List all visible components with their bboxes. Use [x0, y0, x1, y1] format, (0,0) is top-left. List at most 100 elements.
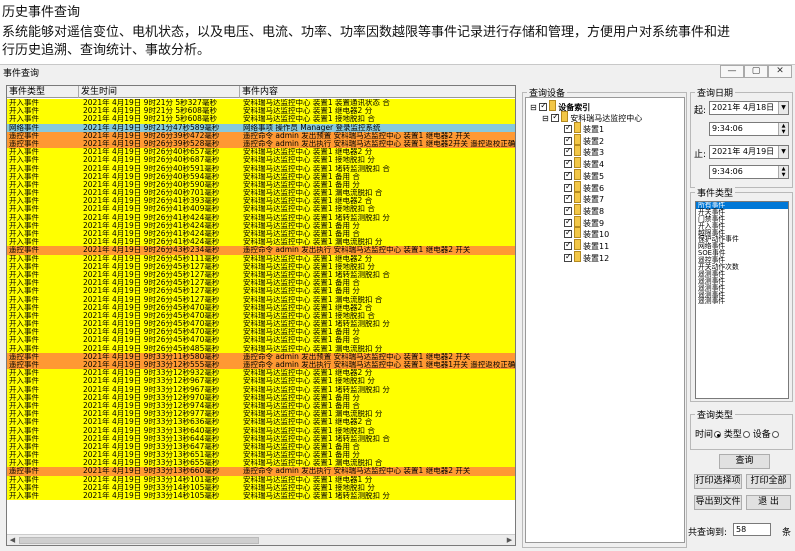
- tree-device[interactable]: 装置1: [564, 122, 604, 134]
- table-row[interactable]: 开入事件 2021年 4月19日 9时26分45秒470毫秒 安科瑞马达监控中心 装…: [7, 336, 515, 345]
- tree-device[interactable]: 装置10: [564, 227, 609, 239]
- checkbox[interactable]: [564, 123, 572, 133]
- table-row[interactable]: 开入事件 2021年 4月19日 9时33分12秒967毫秒 安科瑞马达监控中心 装…: [7, 377, 515, 386]
- radio-icon[interactable]: [771, 431, 779, 438]
- table-row[interactable]: 开入事件 2021年 4月19日 9时26分45秒470毫秒 安科瑞马达监控中心 装…: [7, 303, 515, 312]
- table-row[interactable]: 开入事件 2021年 4月19日 9时26分45秒485毫秒 安科瑞马达监控中心 装…: [7, 344, 515, 353]
- table-row[interactable]: 开入事件 2021年 4月19日 9时21分 5秒608毫秒 安科瑞马达监控中心 装…: [7, 107, 515, 116]
- table-row[interactable]: 开入事件 2021年 4月19日 9时26分45秒470毫秒 安科瑞马达监控中心 装…: [7, 328, 515, 337]
- table-row[interactable]: 开入事件 2021年 4月19日 9时33分14秒105毫秒 安科瑞马达监控中心 装…: [7, 492, 515, 501]
- checkbox[interactable]: [564, 146, 572, 157]
- end-date-picker[interactable]: 2021年 4月19日 ▼: [709, 145, 789, 159]
- table-row[interactable]: 开入事件 2021年 4月19日 9时26分45秒470毫秒 安科瑞马达监控中心 装…: [7, 320, 515, 329]
- tree-device[interactable]: 装置5: [564, 168, 604, 181]
- radio-device[interactable]: 设备: [753, 430, 779, 440]
- table-row[interactable]: 开入事件 2021年 4月19日 9时26分41秒424毫秒 安科瑞马达监控中心 装…: [7, 230, 515, 239]
- table-row[interactable]: 开入事件 2021年 4月19日 9时26分40秒657毫秒 安科瑞马达监控中心 装…: [7, 148, 515, 157]
- checkbox[interactable]: [564, 240, 572, 250]
- checkbox[interactable]: [564, 217, 572, 227]
- event-type-list[interactable]: 所有事件 开关事件 门禁事件 开入事件 越限事件 保护动作事件 网络事件 SOE事件 遥控事件开…: [695, 201, 789, 399]
- table-row[interactable]: 开入事件 2021年 4月19日 9时33分14秒101毫秒 安科瑞马达监控中心 装…: [7, 475, 515, 484]
- table-row[interactable]: 遥控事件 2021年 4月19日 9时33分13秒660毫秒 遥控命令 admin …: [7, 467, 515, 476]
- checkbox[interactable]: [539, 101, 548, 111]
- table-row[interactable]: 开入事件 2021年 4月19日 9时33分12秒967毫秒 安科瑞马达监控中心 装…: [7, 385, 515, 394]
- chevron-down-icon[interactable]: ▼: [778, 146, 788, 158]
- table-row[interactable]: 开入事件 2021年 4月19日 9时33分13秒640毫秒 安科瑞马达监控中心 装…: [7, 426, 515, 435]
- print-selected-button[interactable]: 打印选择项: [694, 474, 742, 489]
- scroll-right-icon[interactable]: ▶: [504, 535, 515, 545]
- maximize-button[interactable]: ▢: [744, 65, 768, 78]
- print-all-button[interactable]: 打印全部: [746, 474, 791, 489]
- table-row[interactable]: 开入事件 2021年 4月19日 9时26分45秒470毫秒 安科瑞马达监控中心 装…: [7, 311, 515, 321]
- table-row[interactable]: 开入事件 2021年 4月19日 9时26分40秒701毫秒 安科瑞马达监控中心 装…: [7, 189, 515, 198]
- query-button[interactable]: 查询: [719, 454, 770, 469]
- scrollbar-thumb[interactable]: [19, 537, 259, 544]
- horizontal-scrollbar[interactable]: ◀ ▶: [7, 534, 515, 545]
- table-row[interactable]: 开入事件 2021年 4月19日 9时26分41秒424毫秒 安科瑞马达监控中心 装…: [7, 213, 515, 222]
- table-row[interactable]: 开入事件 2021年 4月19日 9时26分45秒127毫秒 安科瑞马达监控中心 装…: [7, 279, 515, 288]
- table-row[interactable]: 遥控事件 2021年 4月19日 9时26分39秒472毫秒 遥控命令 admin …: [7, 131, 515, 140]
- table-row[interactable]: 遥控事件 2021年 4月19日 9时33分11秒580毫秒 遥控命令 admin …: [7, 352, 515, 361]
- start-date-picker[interactable]: 2021年 4月18日 ▼: [709, 101, 789, 115]
- table-row[interactable]: 开入事件 2021年 4月19日 9时33分12秒970毫秒 安科瑞马达监控中心 装…: [7, 393, 515, 402]
- table-row[interactable]: 开入事件 2021年 4月19日 9时26分41秒424毫秒 安科瑞马达监控中心 装…: [7, 238, 515, 247]
- table-row[interactable]: 开入事件 2021年 4月19日 9时26分45秒127毫秒 安科瑞马达监控中心 装…: [7, 287, 515, 296]
- radio-icon[interactable]: [714, 431, 722, 438]
- table-row[interactable]: 开入事件 2021年 4月19日 9时26分41秒393毫秒 安科瑞马达监控中心 装…: [7, 197, 515, 206]
- column-header-content[interactable]: 事件内容: [240, 86, 515, 98]
- table-row[interactable]: 开入事件 2021年 4月19日 9时21分 5秒608毫秒 安科瑞马达监控中心 装…: [7, 115, 515, 124]
- table-row[interactable]: 开入事件 2021年 4月19日 9时26分41秒409毫秒 安科瑞马达监控中心 装…: [7, 205, 515, 214]
- table-row[interactable]: 遥控事件 2021年 4月19日 9时33分12秒555毫秒 遥控命令 admin …: [7, 361, 515, 370]
- table-row[interactable]: 网络事件 2021年 4月19日 9时21分47秒589毫秒 网络事项 操作员 Ma…: [7, 123, 515, 132]
- table-row[interactable]: 开入事件 2021年 4月19日 9时21分 5秒327毫秒 安科瑞马达监控中心 装…: [7, 99, 515, 108]
- spinner-icon[interactable]: ▲ ▼: [778, 166, 788, 178]
- table-row[interactable]: 开入事件 2021年 4月19日 9时26分41秒424毫秒 安科瑞马达监控中心 装…: [7, 221, 515, 230]
- tree-device[interactable]: 装置4: [564, 157, 604, 169]
- column-header-type[interactable]: 事件类型: [7, 86, 79, 98]
- end-time-field[interactable]: 9:34:06 ▲ ▼: [709, 165, 789, 179]
- table-row[interactable]: 开入事件 2021年 4月19日 9时26分45秒111毫秒 安科瑞马达监控中心 装…: [7, 254, 515, 263]
- table-row[interactable]: 开入事件 2021年 4月19日 9时26分40秒590毫秒 安科瑞马达监控中心 装…: [7, 180, 515, 190]
- table-row[interactable]: 开入事件 2021年 4月19日 9时33分13秒644毫秒 安科瑞马达监控中心 装…: [7, 434, 515, 443]
- checkbox[interactable]: [564, 135, 572, 145]
- table-row[interactable]: 开入事件 2021年 4月19日 9时26分45秒127毫秒 安科瑞马达监控中心 装…: [7, 262, 515, 271]
- event-type-item[interactable]: 遥测事件: [696, 298, 788, 305]
- close-button[interactable]: ✕: [768, 65, 792, 78]
- scroll-left-icon[interactable]: ◀: [7, 535, 18, 545]
- table-row[interactable]: 遥控事件 2021年 4月19日 9时26分43秒234毫秒 遥控命令 admin …: [7, 246, 515, 255]
- tree-device[interactable]: 装置8: [564, 203, 604, 216]
- checkbox[interactable]: [564, 158, 572, 169]
- column-header-time[interactable]: 发生时间: [79, 86, 240, 98]
- tree-device[interactable]: 装置7: [564, 192, 604, 204]
- minimize-button[interactable]: —: [720, 65, 744, 78]
- spinner-icon[interactable]: ▲ ▼: [778, 123, 788, 135]
- checkbox[interactable]: [564, 193, 572, 204]
- tree-root[interactable]: ⊟ 设备索引: [530, 100, 590, 112]
- chevron-down-icon[interactable]: ▼: [778, 102, 788, 114]
- table-row[interactable]: 开入事件 2021年 4月19日 9时33分13秒647毫秒 安科瑞马达监控中心 装…: [7, 442, 515, 452]
- table-row[interactable]: 开入事件 2021年 4月19日 9时33分13秒655毫秒 安科瑞马达监控中心 装…: [7, 459, 515, 468]
- table-row[interactable]: 开入事件 2021年 4月19日 9时26分45秒127毫秒 安科瑞马达监控中心 装…: [7, 270, 515, 280]
- table-row[interactable]: 开入事件 2021年 4月19日 9时33分12秒932毫秒 安科瑞马达监控中心 装…: [7, 369, 515, 378]
- table-row[interactable]: 开入事件 2021年 4月19日 9时33分12秒974毫秒 安科瑞马达监控中心 装…: [7, 401, 515, 411]
- checkbox[interactable]: [564, 205, 572, 215]
- tree-device[interactable]: 装置12: [564, 250, 609, 263]
- tree-device[interactable]: 装置9: [564, 215, 604, 228]
- checkbox[interactable]: [564, 252, 572, 262]
- tree-device[interactable]: 装置11: [564, 239, 609, 251]
- table-row[interactable]: 开入事件 2021年 4月19日 9时26分40秒687毫秒 安科瑞马达监控中心 装…: [7, 156, 515, 165]
- start-time-field[interactable]: 9:34:06 ▲ ▼: [709, 122, 789, 136]
- radio-type[interactable]: 类型: [724, 430, 750, 440]
- table-row[interactable]: 开入事件 2021年 4月19日 9时33分13秒636毫秒 安科瑞马达监控中心 装…: [7, 418, 515, 427]
- radio-time[interactable]: 时间: [695, 430, 722, 440]
- checkbox[interactable]: [564, 170, 572, 180]
- checkbox[interactable]: [564, 228, 572, 239]
- table-row[interactable]: 开入事件 2021年 4月19日 9时26分40秒591毫秒 安科瑞马达监控中心 装…: [7, 164, 515, 173]
- table-row[interactable]: 开入事件 2021年 4月19日 9时26分40秒594毫秒 安科瑞马达监控中心 装…: [7, 172, 515, 181]
- table-row[interactable]: 开入事件 2021年 4月19日 9时33分13秒651毫秒 安科瑞马达监控中心 装…: [7, 451, 515, 460]
- table-row[interactable]: 开入事件 2021年 4月19日 9时26分45秒127毫秒 安科瑞马达监控中心 装…: [7, 295, 515, 304]
- checkbox[interactable]: [551, 112, 560, 122]
- tree-center[interactable]: ⊟ 安科瑞马达监控中心: [542, 111, 642, 123]
- tree-device[interactable]: 装置3: [564, 145, 604, 157]
- table-row[interactable]: 开入事件 2021年 4月19日 9时33分14秒105毫秒 安科瑞马达监控中心 装…: [7, 483, 515, 492]
